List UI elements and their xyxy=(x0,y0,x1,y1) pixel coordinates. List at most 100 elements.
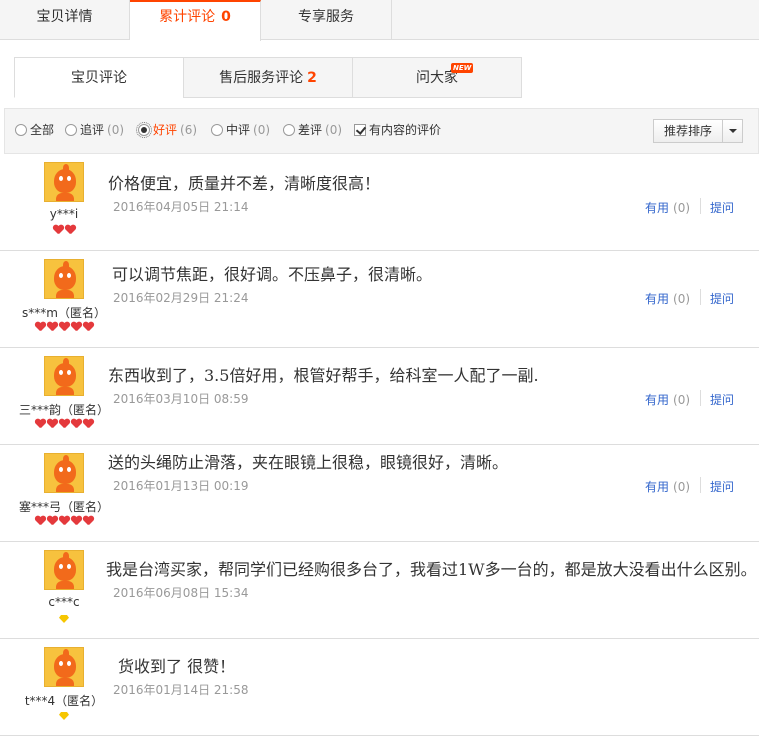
review-item: s***m（匿名） 可以调节焦距，很好调。不压鼻子，很清晰。 2016年02月29日… xyxy=(0,251,759,348)
sort-divider xyxy=(722,120,723,142)
subtab-aftersale-reviews[interactable]: 售后服务评论 2 xyxy=(183,57,353,98)
action-divider xyxy=(700,390,701,406)
review-date: 2016年01月14日 21:58 xyxy=(113,683,249,697)
rank-heart-icon xyxy=(59,516,70,526)
buyer-rank xyxy=(0,418,128,432)
useful-button[interactable]: 有用 (0) xyxy=(645,290,690,307)
rank-diamond-icon xyxy=(59,712,69,720)
user-avatar[interactable] xyxy=(44,453,84,493)
review-content: 货收到了 很赞！ xyxy=(118,657,236,676)
buyer-rank xyxy=(0,224,128,238)
review-content: 东西收到了，3.5倍好用，根管好帮手，给科室一人配了一副. xyxy=(108,366,539,385)
avatar-body xyxy=(56,193,74,201)
filter-all[interactable]: 全部 xyxy=(15,122,54,138)
rank-heart-icon xyxy=(71,419,82,429)
rank-heart-icon xyxy=(71,516,82,526)
buyer-rank xyxy=(0,321,128,335)
sort-dropdown[interactable]: 推荐排序 xyxy=(653,119,743,143)
rank-heart-icon xyxy=(65,225,76,235)
subtab-ask-everyone[interactable]: 问大家 NEW xyxy=(352,57,522,98)
filter-label: 全部 xyxy=(30,123,55,137)
new-badge: NEW xyxy=(451,63,474,73)
rank-heart-icon xyxy=(59,322,70,332)
ask-button[interactable]: 提问 xyxy=(710,290,734,307)
tab-label: 专享服务 xyxy=(298,9,354,25)
reviewer-name: 三***韵（匿名） xyxy=(18,403,109,417)
rank-heart-icon xyxy=(83,516,94,526)
avatar-eye xyxy=(59,467,63,472)
avatar-eye xyxy=(67,564,71,569)
aftersale-count: 2 xyxy=(307,70,317,86)
reviewer-name: c***c xyxy=(48,595,80,609)
useful-button[interactable]: 有用 (0) xyxy=(645,391,690,408)
user-avatar[interactable] xyxy=(44,356,84,396)
useful-button[interactable]: 有用 (0) xyxy=(645,478,690,495)
ask-button[interactable]: 提问 xyxy=(710,199,734,216)
checkbox-checked-icon[interactable] xyxy=(354,124,366,136)
reviewer-name: t***4（匿名） xyxy=(24,694,104,708)
filter-followup[interactable]: 追评 (0) xyxy=(65,122,124,138)
avatar-body xyxy=(56,678,74,686)
review-item: c***c 我是台湾买家，帮同学们已经购很多台了，我看过1W多一台的，都是放大没看… xyxy=(0,542,759,639)
filter-negative[interactable]: 差评 (0) xyxy=(283,122,342,138)
tab-label: 宝贝详情 xyxy=(36,9,93,25)
avatar-eye xyxy=(59,661,63,666)
filter-label: 差评 xyxy=(298,123,323,137)
radio-icon[interactable] xyxy=(283,124,295,136)
avatar-head xyxy=(54,363,76,387)
filter-count: (6) xyxy=(180,123,198,137)
useful-label: 有用 xyxy=(645,393,670,407)
avatar-head xyxy=(54,557,76,581)
avatar-head xyxy=(54,460,76,484)
user-avatar[interactable] xyxy=(44,647,84,687)
subtab-item-reviews[interactable]: 宝贝评论 xyxy=(14,57,184,98)
review-date: 2016年06月08日 15:34 xyxy=(113,586,249,600)
review-content: 送的头绳防止滑落，夹在眼镜上很稳，眼镜很好，清晰。 xyxy=(108,453,509,472)
sort-label: 推荐排序 xyxy=(664,124,713,138)
rank-heart-icon xyxy=(35,516,46,526)
tab-exclusive-service[interactable]: 专享服务 xyxy=(261,0,392,40)
avatar-eye xyxy=(67,467,71,472)
useful-label: 有用 xyxy=(645,201,670,215)
filter-label: 中评 xyxy=(226,123,251,137)
review-item: 塞***弓（匿名） 送的头绳防止滑落，夹在眼镜上很稳，眼镜很好，清晰。 2016年0… xyxy=(0,445,759,542)
user-avatar[interactable] xyxy=(44,259,84,299)
radio-icon[interactable] xyxy=(15,124,27,136)
useful-count: (0) xyxy=(673,292,691,306)
ask-button[interactable]: 提问 xyxy=(710,478,734,495)
avatar-eye xyxy=(59,273,63,278)
review-item: t***4（匿名） 货收到了 很赞！ 2016年01月14日 21:58 xyxy=(0,639,759,736)
user-avatar[interactable] xyxy=(44,550,84,590)
filter-has-content[interactable]: 有内容的评价 xyxy=(354,122,441,138)
filter-positive[interactable]: 好评 (6) xyxy=(136,122,198,138)
radio-icon[interactable] xyxy=(211,124,223,136)
user-avatar[interactable] xyxy=(44,162,84,202)
action-divider xyxy=(700,477,701,493)
filter-count: (0) xyxy=(107,123,125,137)
rank-heart-icon xyxy=(53,225,64,235)
rank-heart-icon xyxy=(35,322,46,332)
buyer-rank xyxy=(0,709,128,723)
filter-count: (0) xyxy=(253,123,271,137)
useful-button[interactable]: 有用 (0) xyxy=(645,199,690,216)
rank-heart-icon xyxy=(47,516,58,526)
review-date: 2016年01月13日 00:19 xyxy=(113,479,249,493)
useful-label: 有用 xyxy=(645,480,670,494)
useful-count: (0) xyxy=(673,480,691,494)
filter-neutral[interactable]: 中评 (0) xyxy=(211,122,270,138)
review-sub-tabs: 宝贝评论 售后服务评论 2 问大家 NEW xyxy=(14,57,522,98)
tab-reviews[interactable]: 累计评论 0 xyxy=(130,0,261,41)
avatar-eye xyxy=(67,661,71,666)
radio-icon[interactable] xyxy=(65,124,77,136)
avatar-body xyxy=(56,290,74,298)
tab-item-details[interactable]: 宝贝详情 xyxy=(0,0,130,40)
top-tab-bar: 宝贝详情 累计评论 0 专享服务 xyxy=(0,0,759,41)
radio-selected-icon[interactable] xyxy=(136,122,152,138)
ask-button[interactable]: 提问 xyxy=(710,391,734,408)
review-count-badge: 0 xyxy=(221,9,231,25)
reviewer-name: s***m（匿名） xyxy=(22,306,106,320)
rank-diamond-icon xyxy=(59,615,69,623)
subtab-label: 售后服务评论 xyxy=(219,70,304,86)
chevron-down-icon[interactable] xyxy=(729,129,737,133)
review-item: y***i 价格便宜，质量并不差，清晰度很高！ 2016年04月05日 21:14 有… xyxy=(0,154,759,251)
